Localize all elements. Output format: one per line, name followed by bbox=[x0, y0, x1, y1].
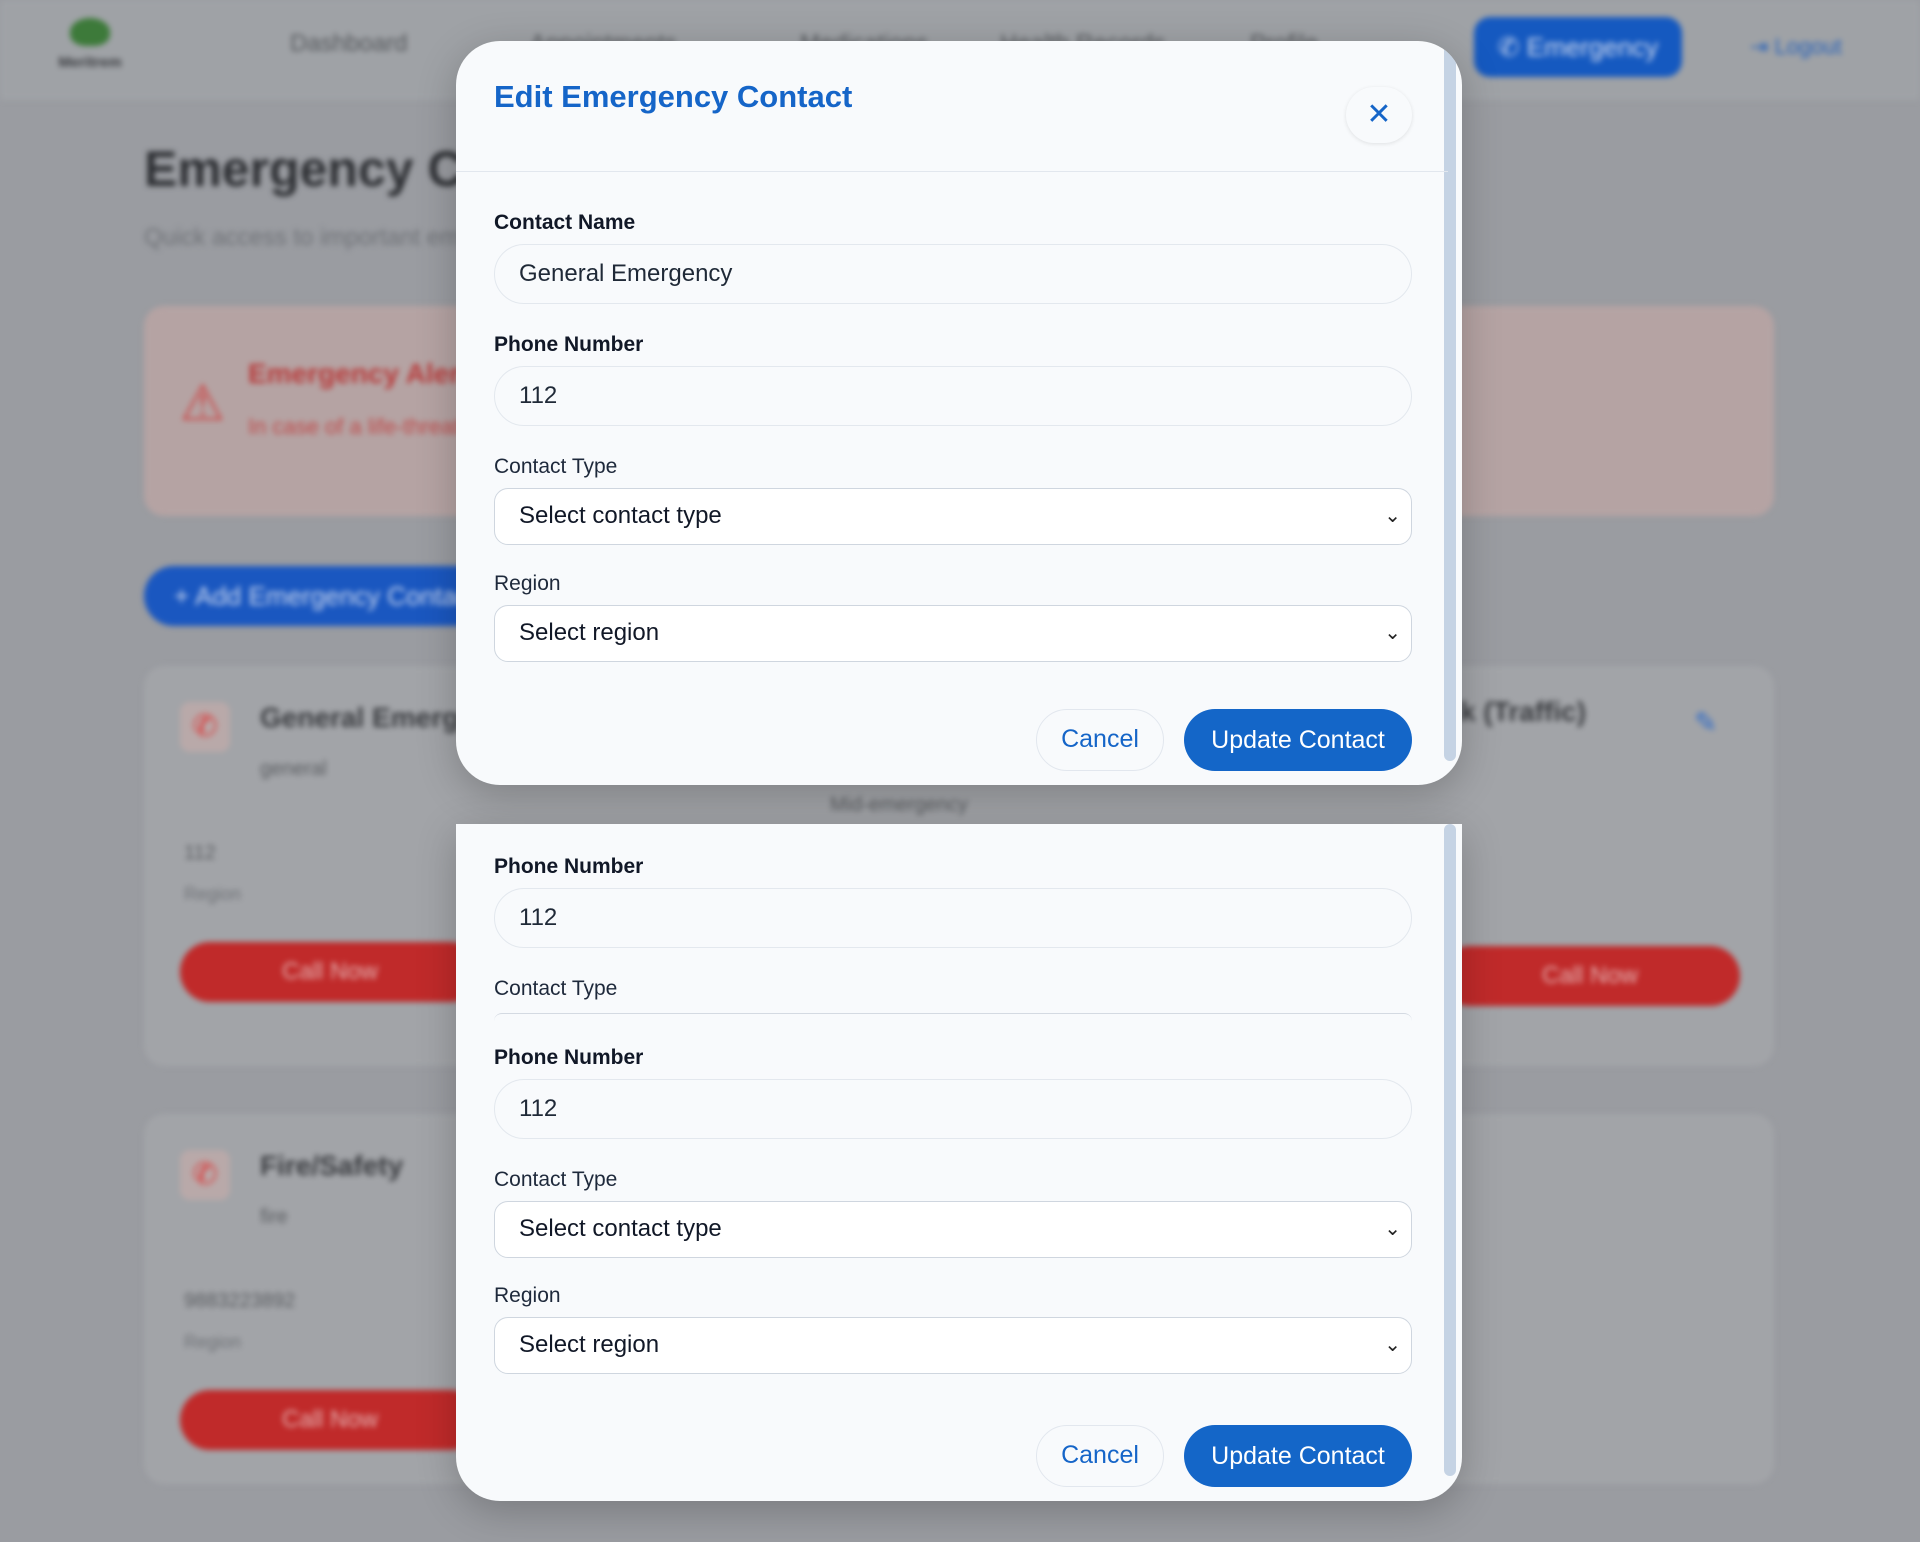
edit-contact-modal-scrolled: Phone Number 112 Contact Type Phone Numb… bbox=[456, 824, 1462, 1501]
logout-icon: ⇥ bbox=[1750, 34, 1775, 59]
contact-card-region: Region bbox=[184, 1332, 242, 1352]
warning-icon: ⚠ bbox=[180, 375, 225, 431]
cancel-button[interactable]: Cancel bbox=[1036, 1425, 1164, 1487]
contact-type-select-value: Select contact type bbox=[519, 502, 722, 529]
contact-card-type: general bbox=[260, 758, 327, 780]
contact-type-label: Contact Type bbox=[494, 977, 618, 1000]
chevron-down-icon: ⌄ bbox=[1384, 1334, 1401, 1356]
edit-contact-modal: Edit Emergency Contact ✕ Contact Name Ge… bbox=[456, 41, 1462, 785]
logo: Meritrem bbox=[50, 18, 130, 78]
nav-dashboard[interactable]: Dashboard bbox=[290, 30, 407, 58]
region-select-value: Select region bbox=[519, 619, 660, 646]
modal-scrollbar[interactable] bbox=[1444, 824, 1456, 1476]
contact-card-phone: 9883223892 bbox=[184, 1290, 296, 1312]
phone-number-label: Phone Number bbox=[494, 855, 644, 878]
modal-title: Edit Emergency Contact bbox=[494, 79, 853, 114]
region-select[interactable]: Select region ⌄ bbox=[494, 1317, 1412, 1374]
logo-text: Meritrem bbox=[58, 54, 122, 71]
chevron-down-icon: ⌄ bbox=[1384, 1218, 1401, 1240]
modal-header: Edit Emergency Contact ✕ bbox=[456, 41, 1448, 172]
region-label: Region bbox=[494, 572, 561, 595]
phone-number-label: Phone Number bbox=[494, 1046, 644, 1069]
contact-type-label: Contact Type bbox=[494, 455, 618, 478]
call-now-button[interactable]: Call Now bbox=[1440, 946, 1740, 1006]
contact-type-select[interactable]: Select contact type ⌄ bbox=[494, 1201, 1412, 1258]
emergency-button[interactable]: ✆ Emergency bbox=[1474, 17, 1682, 77]
region-select[interactable]: Select region ⌄ bbox=[494, 605, 1412, 662]
logo-leaf-icon bbox=[70, 18, 110, 46]
phone-icon: ✆ bbox=[180, 702, 230, 752]
region-label: Region bbox=[494, 1284, 561, 1307]
contact-type-select-partial[interactable] bbox=[494, 1013, 1412, 1021]
phone-number-label: Phone Number bbox=[494, 333, 644, 356]
contact-name-input[interactable]: General Emergency bbox=[494, 244, 1412, 304]
call-now-button[interactable]: Call Now bbox=[180, 1390, 480, 1450]
contact-card-phone: 112 bbox=[184, 842, 216, 864]
phone-number-input[interactable]: 112 bbox=[494, 888, 1412, 948]
region-select-value: Select region bbox=[519, 1331, 660, 1358]
contact-type-select[interactable]: Select contact type ⌄ bbox=[494, 488, 1412, 545]
chevron-down-icon: ⌄ bbox=[1384, 622, 1401, 644]
call-now-button[interactable]: Call Now bbox=[180, 942, 480, 1002]
emergency-button-label: Emergency bbox=[1526, 32, 1659, 62]
logout-label: Logout bbox=[1774, 34, 1842, 59]
alert-title: Emergency Alert bbox=[248, 358, 470, 389]
contact-card-type: Mid-emergency bbox=[830, 794, 968, 816]
logout-link[interactable]: ⇥ Logout bbox=[1750, 34, 1842, 60]
contact-card-region: Region bbox=[184, 884, 242, 904]
contact-name-label: Contact Name bbox=[494, 211, 636, 234]
close-icon: ✕ bbox=[1366, 98, 1392, 131]
contact-card-type: fire bbox=[260, 1206, 288, 1228]
contact-card-name: k (Traffic) bbox=[1460, 696, 1587, 727]
edit-icon[interactable]: ✎ bbox=[1694, 706, 1717, 739]
phone-icon: ✆ bbox=[1497, 32, 1527, 62]
phone-number-input[interactable]: 112 bbox=[494, 1079, 1412, 1139]
chevron-down-icon: ⌄ bbox=[1384, 505, 1401, 527]
contact-type-label: Contact Type bbox=[494, 1168, 618, 1191]
update-contact-button[interactable]: Update Contact bbox=[1184, 709, 1412, 771]
phone-icon: ✆ bbox=[180, 1150, 230, 1200]
phone-number-input[interactable]: 112 bbox=[494, 366, 1412, 426]
contact-card-name: Fire/Safety bbox=[260, 1150, 404, 1181]
cancel-button[interactable]: Cancel bbox=[1036, 709, 1164, 771]
close-button[interactable]: ✕ bbox=[1346, 87, 1412, 143]
contact-type-select-value: Select contact type bbox=[519, 1215, 722, 1242]
update-contact-button[interactable]: Update Contact bbox=[1184, 1425, 1412, 1487]
